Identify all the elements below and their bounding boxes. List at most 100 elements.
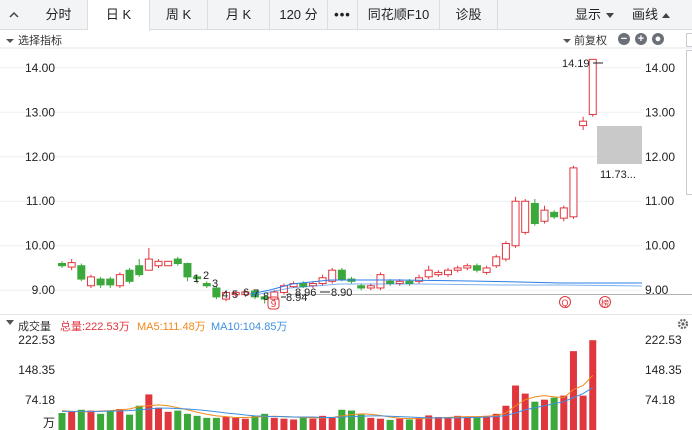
- volume-ma10: MA10:104.85万: [211, 321, 288, 333]
- candle-body: [357, 285, 366, 289]
- volume-bar: [270, 417, 278, 430]
- volume-bar: [174, 410, 182, 430]
- price-tick-left: 9.00: [32, 283, 56, 297]
- volume-bar: [155, 407, 162, 430]
- volume-bar: [77, 409, 85, 430]
- volume-bar: [569, 351, 577, 430]
- sequence-number: 6: [243, 287, 249, 299]
- candle-body: [77, 265, 86, 280]
- candle-body: [482, 267, 491, 273]
- volume-bar: [251, 415, 259, 430]
- volume-bar: [367, 417, 375, 430]
- volume-bar: [203, 417, 211, 430]
- volume-bar: [309, 418, 317, 430]
- volume-bar: [405, 419, 413, 430]
- candle-body: [550, 211, 559, 218]
- candle-body: [463, 265, 472, 269]
- candle-body: [501, 243, 510, 260]
- candle-body: [472, 265, 481, 271]
- candle-body: [511, 200, 520, 247]
- volume-bar: [357, 414, 365, 430]
- price-tick-right: 12.00: [645, 150, 675, 164]
- candle-body: [135, 265, 144, 276]
- high-price-label: 14.19: [562, 58, 590, 70]
- tooltip-value: 11.73...: [600, 169, 636, 181]
- sequence-number: 3: [212, 278, 218, 290]
- tooltip-box: [597, 126, 642, 164]
- volume-bar: [280, 418, 288, 430]
- volume-bar: [589, 340, 597, 430]
- volume-bar: [241, 418, 249, 430]
- price-tick-right: 10.00: [645, 239, 675, 253]
- volume-bar: [106, 411, 114, 430]
- candle-body: [337, 269, 346, 280]
- volume-bar: [376, 418, 384, 430]
- volume-tick-right: 222.53: [645, 333, 682, 347]
- price-tick-right: 9.00: [645, 283, 669, 297]
- candle-body: [308, 283, 317, 287]
- price-tick-right: 14.00: [645, 61, 675, 75]
- sequence-number: 1: [193, 273, 199, 285]
- candle-body: [569, 167, 578, 218]
- candle-body: [164, 260, 173, 267]
- sequence-number: 5: [232, 289, 238, 301]
- volume-bar: [550, 397, 558, 430]
- volume-bar: [183, 413, 191, 430]
- volume-bar: [396, 418, 404, 430]
- sequence-number: 4: [222, 289, 228, 301]
- volume-bar: [483, 415, 491, 430]
- volume-bar: [415, 417, 423, 430]
- volume-bar: [502, 405, 510, 430]
- candle-body: [173, 258, 182, 265]
- marker-q: Q: [561, 298, 568, 308]
- volume-bar: [212, 417, 220, 430]
- price-tick-left: 11.00: [26, 194, 55, 208]
- stock-chart-app: 分时 日 K 周 K 月 K 120 分 ••• 同花顺F10 诊股 显示 画线…: [0, 0, 692, 430]
- volume-bar: [222, 417, 230, 430]
- candle-body: [453, 267, 462, 271]
- volume-bar: [290, 419, 298, 430]
- candle-body: [366, 285, 375, 289]
- candle-body: [376, 274, 385, 289]
- candle-body: [424, 269, 433, 278]
- candle-body: [67, 262, 76, 268]
- volume-bar: [444, 417, 452, 430]
- volume-bar: [386, 419, 394, 430]
- gear-icon[interactable]: [677, 318, 689, 330]
- sequence-number: 2: [203, 270, 209, 282]
- candle-body: [492, 256, 501, 267]
- volume-bar: [328, 417, 336, 430]
- volume-bar: [463, 417, 471, 430]
- volume-bar: [58, 413, 66, 430]
- volume-bar: [193, 415, 201, 430]
- candle-body: [521, 200, 530, 233]
- volume-tick-left: 148.35: [18, 363, 55, 377]
- candle-body: [444, 269, 452, 276]
- mid-label: 8.90: [331, 287, 352, 299]
- volume-bar: [68, 411, 76, 430]
- candle-body: [540, 209, 549, 222]
- volume-bar: [473, 417, 481, 430]
- side-scroll-panel[interactable]: [686, 50, 692, 195]
- kline-chart[interactable]: 14.00 14.00 13.00 13.00 12.00 12.00 11.00 11.00…: [0, 0, 692, 430]
- volume-bar: [531, 401, 539, 430]
- volume-title: 成交量: [18, 321, 51, 333]
- candle-body: [86, 276, 95, 287]
- candle-body: [125, 269, 134, 282]
- volume-ma5: MA5:111.48万: [137, 321, 206, 333]
- candle-body: [395, 280, 404, 285]
- chevron-down-icon[interactable]: [6, 320, 14, 326]
- mid-label: 8.96: [295, 287, 316, 299]
- volume-tick-left: 222.53: [18, 333, 55, 347]
- price-tick-left: 12.00: [25, 150, 55, 164]
- volume-tick-left: 74.18: [25, 393, 55, 407]
- candle-body: [144, 258, 153, 271]
- sequence-number: 7: [253, 288, 259, 300]
- volume-bar: [97, 413, 105, 430]
- candle-body: [434, 271, 443, 276]
- price-tick-left: 10.00: [25, 239, 55, 253]
- marker-nine: 9: [271, 299, 277, 310]
- volume-bar: [338, 409, 346, 430]
- volume-header: 成交量 总量:222.53万 MA5:111.48万 MA10:104.85万: [0, 314, 692, 333]
- price-tick-right: 13.00: [645, 105, 675, 119]
